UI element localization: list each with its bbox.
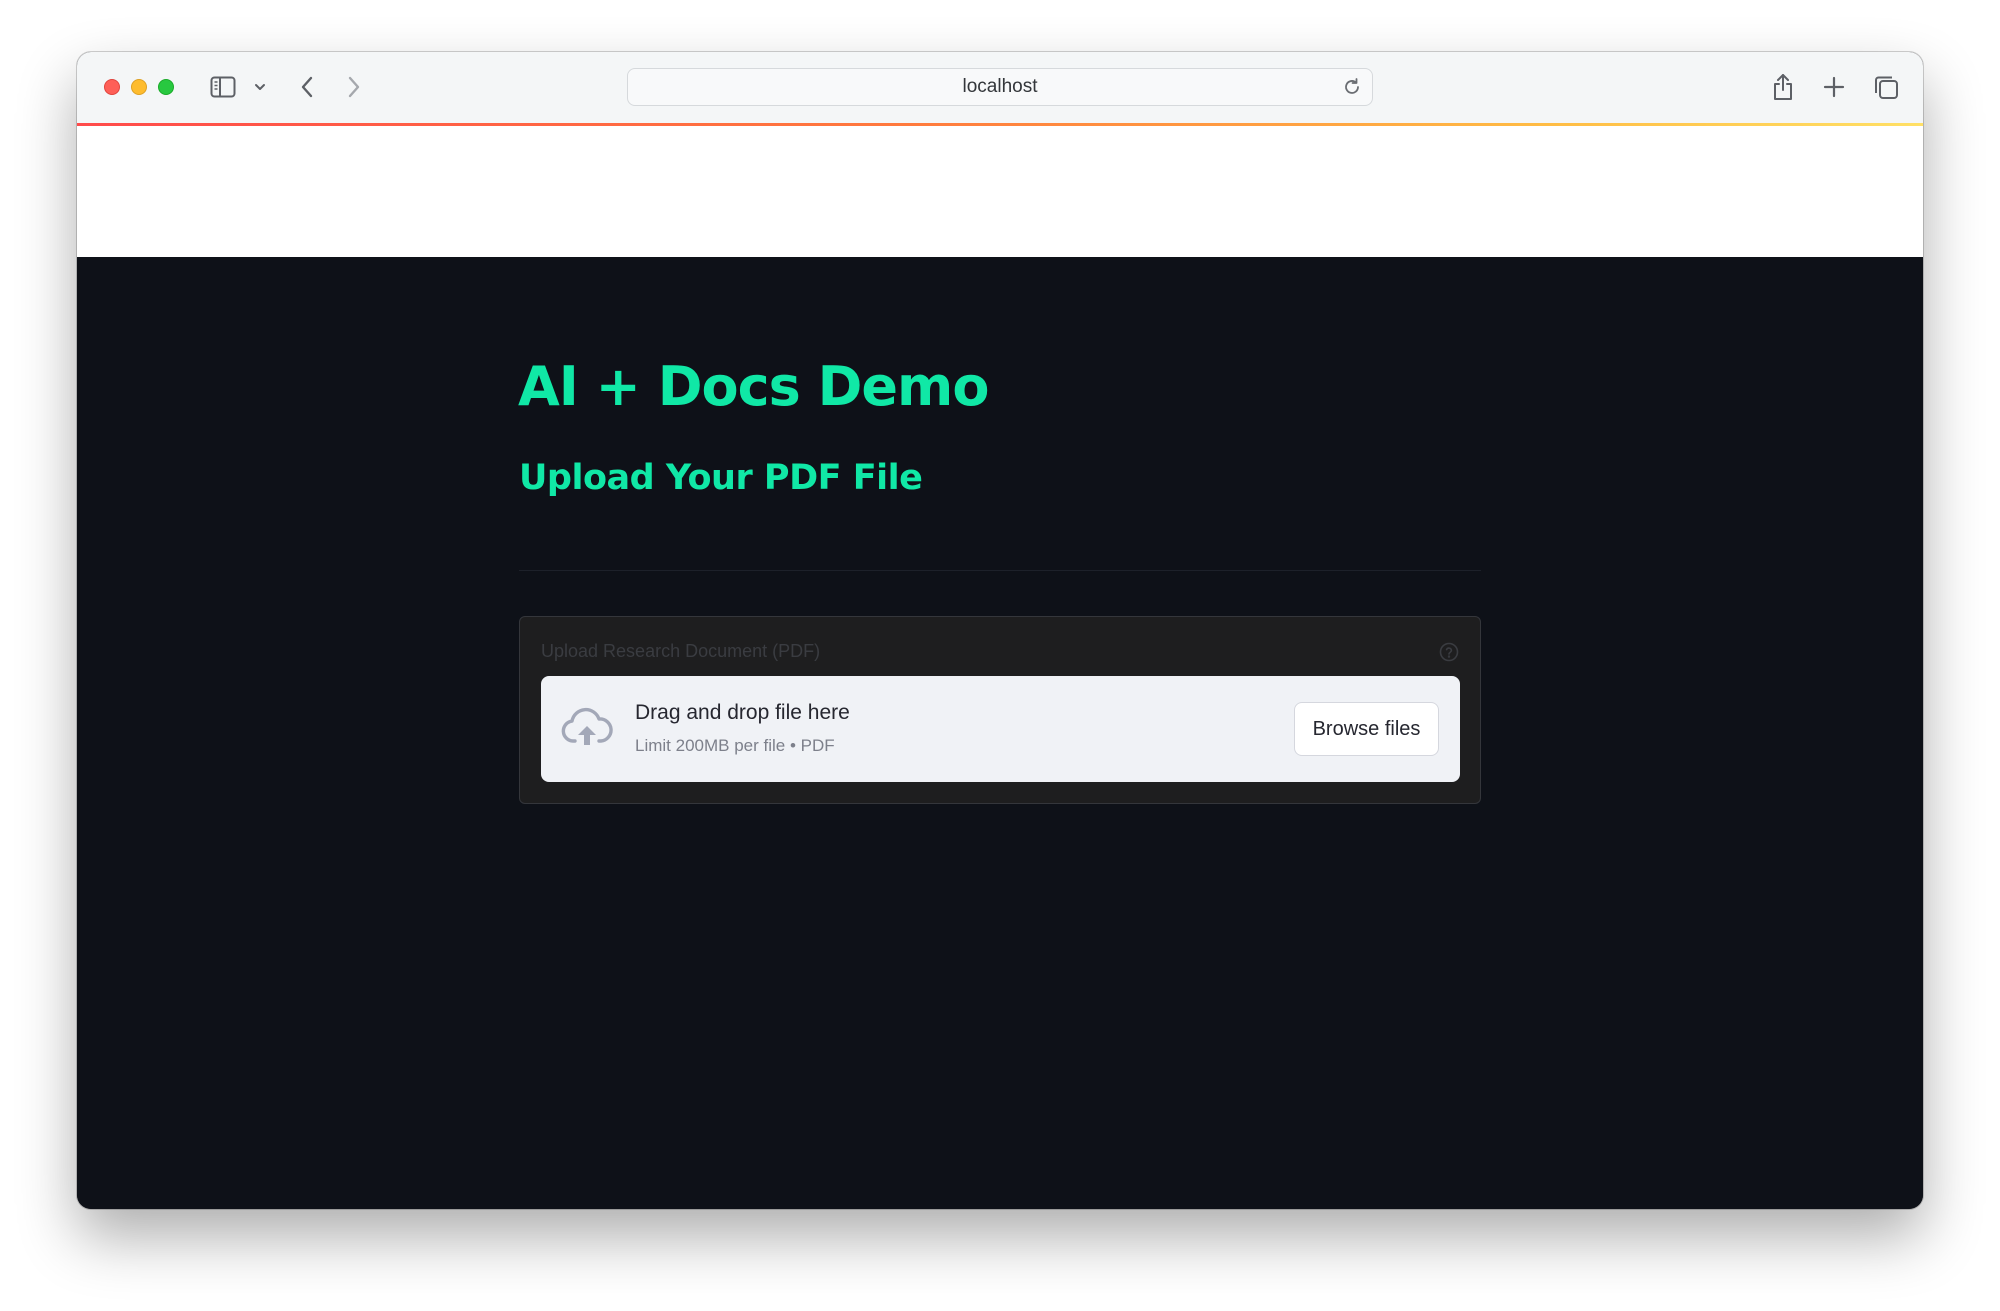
sidebar-icon[interactable] <box>209 74 237 100</box>
chevron-left-icon[interactable] <box>297 74 317 100</box>
browser-toolbar: localhost <box>77 52 1923 123</box>
browser-window: localhost AI + Docs Demo Upload Your PDF… <box>77 52 1923 1209</box>
file-uploader: Upload Research Document (PDF) Drag and … <box>519 616 1481 804</box>
chevron-right-icon[interactable] <box>344 74 364 100</box>
app-main: AI + Docs Demo Upload Your PDF File Uplo… <box>77 257 1923 1209</box>
tabs-icon[interactable] <box>1872 73 1900 101</box>
url-text: localhost <box>962 76 1038 97</box>
share-icon[interactable] <box>1770 71 1796 103</box>
page-title: AI + Docs Demo <box>518 355 989 418</box>
help-circle-icon[interactable] <box>1439 642 1459 662</box>
page-subtitle: Upload Your PDF File <box>519 458 923 498</box>
file-limit-text: Limit 200MB per file • PDF <box>635 736 835 755</box>
cloud-upload-icon <box>561 707 613 749</box>
close-window-button[interactable] <box>104 79 120 95</box>
drop-instruction: Drag and drop file here <box>635 701 850 724</box>
drop-zone[interactable]: Drag and drop file here Limit 200MB per … <box>541 676 1460 782</box>
minimize-window-button[interactable] <box>131 79 147 95</box>
reload-icon[interactable] <box>1342 77 1362 97</box>
address-bar[interactable]: localhost <box>627 68 1373 106</box>
uploader-label: Upload Research Document (PDF) <box>541 641 821 661</box>
maximize-window-button[interactable] <box>158 79 174 95</box>
chevron-down-icon[interactable] <box>253 80 267 94</box>
app-header <box>77 126 1923 257</box>
section-divider <box>519 570 1481 571</box>
browse-files-button[interactable]: Browse files <box>1294 702 1439 756</box>
plus-icon[interactable] <box>1821 74 1847 100</box>
